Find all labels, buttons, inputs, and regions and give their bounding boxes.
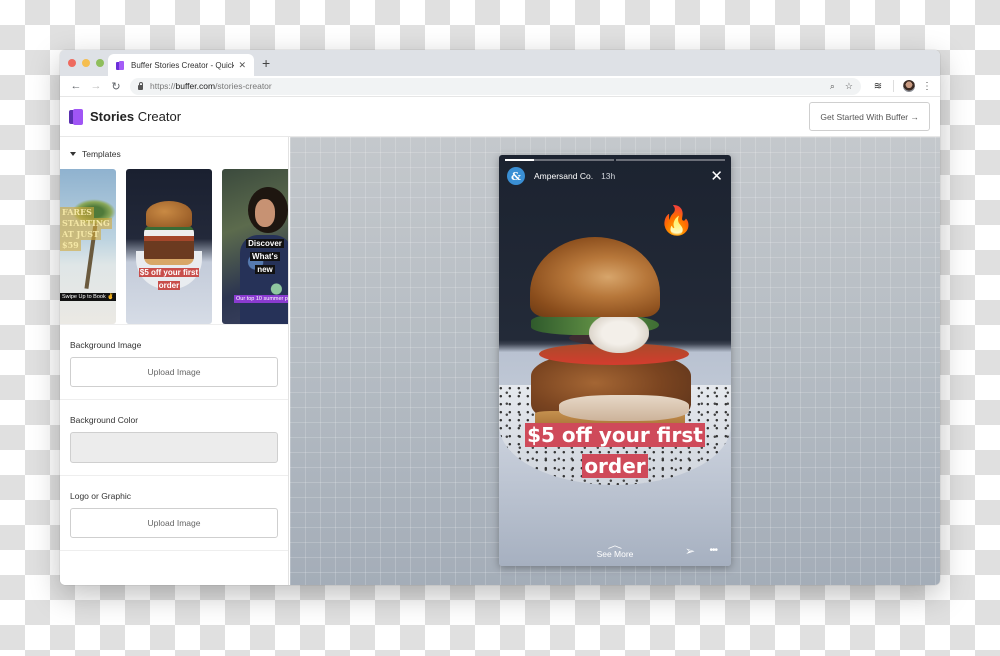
promo-text[interactable]: $5 off your first order [499,420,731,482]
browser-menu-icon[interactable]: ⋮ [920,81,934,92]
window-controls [68,59,104,67]
browser-window: Buffer Stories Creator - Quickly ✕ + ← →… [60,50,940,585]
sidebar: Templates Fares Starting At Just $59 Swi… [60,137,289,585]
template-headline: $5 off your first order [138,268,200,290]
see-more-label: See More [596,549,634,559]
chevron-up-icon: ︿ [607,540,623,550]
template-footer: Our top 10 summer picks [234,295,288,303]
template-headline: Fares Starting At Just $59 [60,207,112,251]
zoom-icon[interactable]: ⌕ [830,81,835,92]
app-title: Stories Creator [90,109,182,124]
buffer-extension-icon[interactable]: ≋ [867,81,889,92]
reload-icon[interactable]: ↻ [106,80,126,93]
account-avatar: & [507,167,525,185]
template-footer: Swipe Up to Book ✌ [60,293,116,301]
tab-strip: Buffer Stories Creator - Quickly ✕ + [60,50,940,76]
browser-toolbar: ← → ↻ https://buffer.com/stories-creator… [60,76,940,97]
template-burger-promo[interactable]: $5 off your first order [126,169,212,324]
caret-down-icon [70,152,76,156]
template-headline: Discover What's new [246,239,284,274]
get-started-button[interactable]: Get Started With Buffer → [809,102,930,131]
post-time: 13h [601,171,616,181]
logo-label: Logo or Graphic [70,491,131,501]
editor-canvas: & Ampersand Co. 13h ✕ 🔥 $5 off your firs… [290,137,940,585]
toolbar-divider [893,80,894,92]
lock-icon [138,81,143,90]
background-image-label: Background Image [70,340,142,350]
more-options-icon[interactable]: ••• [709,545,717,556]
templates-title: Templates [82,149,121,159]
burger-photo [499,155,731,566]
upload-logo-button[interactable]: Upload Image [70,508,278,538]
background-color-picker[interactable] [70,432,278,463]
tab-close-icon[interactable]: ✕ [238,60,246,71]
browser-tab[interactable]: Buffer Stories Creator - Quickly ✕ [108,54,254,76]
account-name: Ampersand Co. [534,171,594,181]
app-header: Stories Creator Get Started With Buffer … [60,97,940,137]
template-flight-deal[interactable]: Fares Starting At Just $59 Swipe Up to B… [60,169,116,324]
close-window-button[interactable] [68,59,76,67]
story-preview[interactable]: & Ampersand Co. 13h ✕ 🔥 $5 off your firs… [499,155,731,566]
send-icon[interactable]: ➢ [685,544,695,558]
close-icon[interactable]: ✕ [710,169,723,184]
maximize-window-button[interactable] [96,59,104,67]
profile-avatar[interactable] [903,80,915,92]
new-tab-button[interactable]: + [262,55,270,71]
background-color-section: Background Color [60,400,288,476]
forward-icon[interactable]: → [86,80,106,92]
logo-section: Logo or Graphic Upload Image [60,476,288,551]
buffer-favicon-icon [116,60,124,70]
background-image-section: Background Image Upload Image [60,325,288,400]
see-more-link[interactable]: ︿ See More [499,540,731,560]
address-bar[interactable]: https://buffer.com/stories-creator ⌕ ☆ [130,77,861,95]
template-summer-collection[interactable]: Discover What's new Our top 10 summer pi… [222,169,288,324]
story-header: & Ampersand Co. 13h ✕ [507,167,723,185]
templates-toggle[interactable]: Templates [60,137,288,159]
background-color-label: Background Color [70,415,139,425]
fire-sticker-icon[interactable]: 🔥 [659,207,694,235]
progress-segment [505,159,614,161]
upload-background-image-button[interactable]: Upload Image [70,357,278,387]
buffer-logo-icon [69,108,84,125]
url-text: https://buffer.com/stories-creator [150,81,272,91]
minimize-window-button[interactable] [82,59,90,67]
story-progress [505,159,725,161]
tab-title: Buffer Stories Creator - Quickly [131,60,235,70]
progress-segment [616,159,725,161]
templates-carousel[interactable]: Fares Starting At Just $59 Swipe Up to B… [60,169,288,325]
back-icon[interactable]: ← [66,80,86,92]
bookmark-star-icon[interactable]: ☆ [845,81,853,92]
